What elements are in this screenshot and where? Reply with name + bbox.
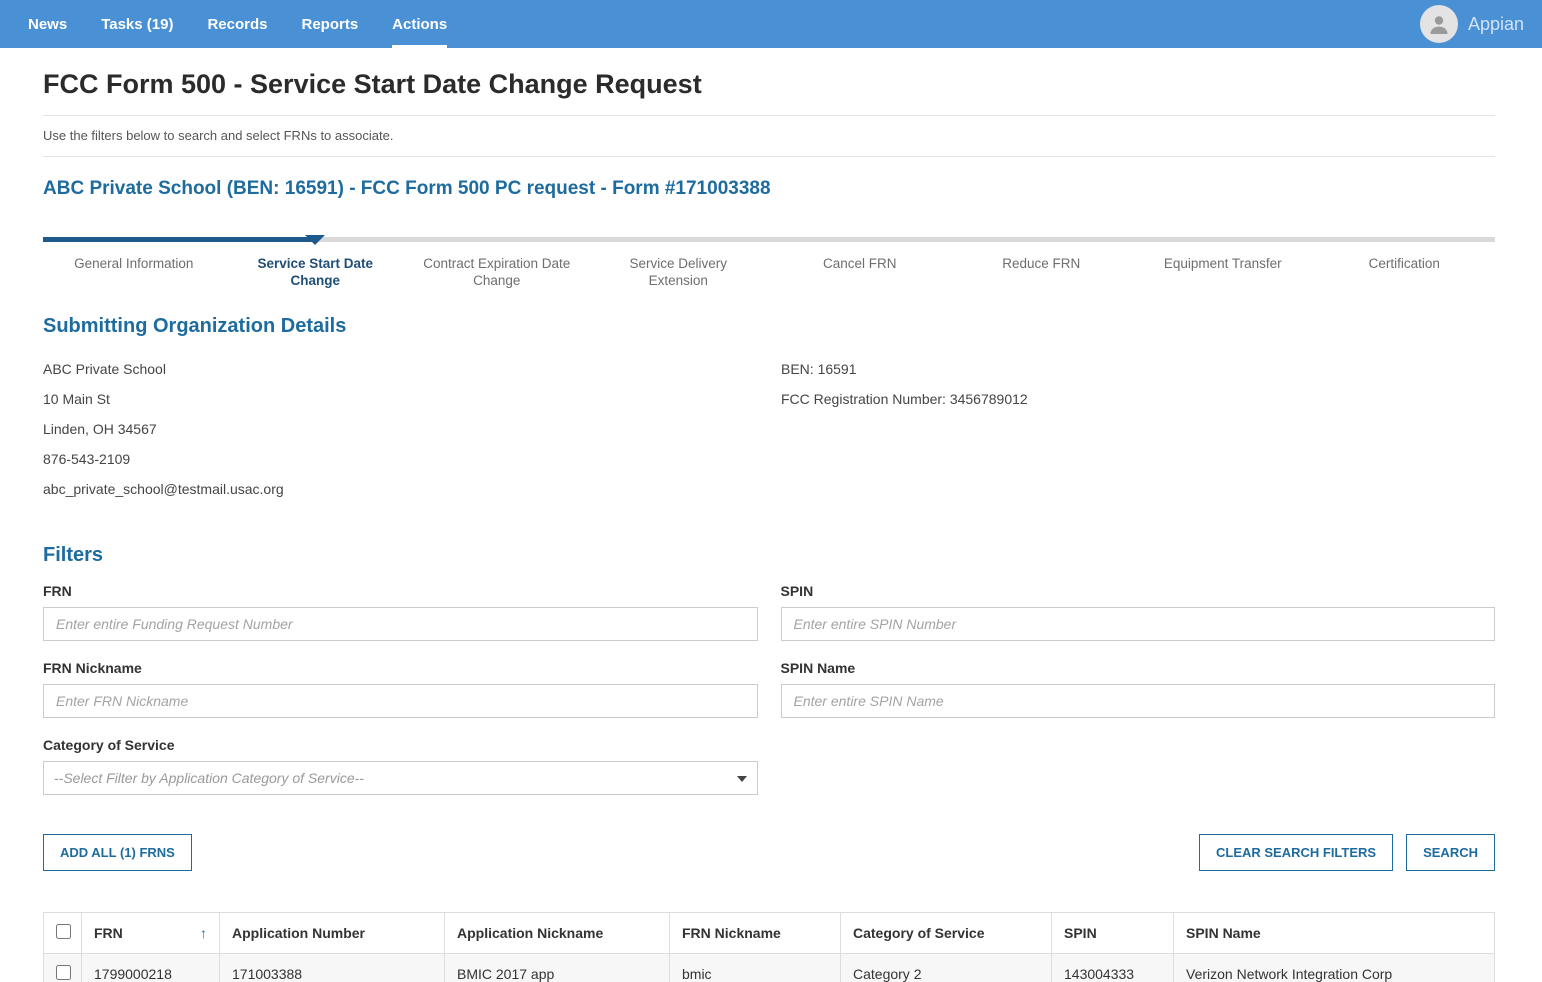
step-certification[interactable]: Certification [1314,255,1496,289]
stepper-track [43,237,1495,242]
cell-application-number: 171003388 [220,954,445,982]
stepper-steps: General Information Service Start Date C… [43,242,1495,289]
column-header-application-nickname: Application Nickname [445,913,670,954]
column-header-spin: SPIN [1052,913,1174,954]
org-details-right: BEN: 16591 FCC Registration Number: 3456… [781,354,1495,504]
spin-name-input[interactable] [781,684,1496,718]
divider [43,115,1495,116]
frn-label: FRN [43,583,758,599]
filters-heading: Filters [43,544,1495,567]
cell-category-of-service: Category 2 [841,954,1052,982]
nav-item-tasks[interactable]: Tasks (19) [101,0,173,48]
frn-nickname-input[interactable] [43,684,758,718]
filters-form: FRN SPIN FRN Nickname SPIN Name Category… [43,583,1495,814]
nav-right: Appian [1420,0,1524,48]
category-of-service-label: Category of Service [43,737,758,753]
cell-application-nickname: BMIC 2017 app [445,954,670,982]
nav-item-actions[interactable]: Actions [392,0,447,48]
org-details-left: ABC Private School 10 Main St Linden, OH… [43,354,757,504]
person-icon [1427,12,1451,36]
divider [43,156,1495,157]
nav-items: News Tasks (19) Records Reports Actions [11,0,464,48]
wizard-stepper: General Information Service Start Date C… [43,237,1495,289]
org-phone: 876-543-2109 [43,444,757,474]
frn-nickname-label: FRN Nickname [43,660,758,676]
cell-spin-name: Verizon Network Integration Corp [1174,954,1495,982]
appian-brand-label: Appian [1468,14,1524,35]
spin-field-group: SPIN [781,583,1496,641]
user-avatar[interactable] [1420,5,1458,43]
row-select-checkbox[interactable] [56,965,71,980]
spin-name-label: SPIN Name [781,660,1496,676]
step-service-delivery-extension[interactable]: Service Delivery Extension [588,255,770,289]
org-ben: BEN: 16591 [781,354,1495,384]
frn-results-table: FRN ↑ Application Number Application Nic… [43,912,1495,982]
spin-name-field-group: SPIN Name [781,660,1496,718]
form-heading: ABC Private School (BEN: 16591) - FCC Fo… [43,178,1495,200]
spin-input[interactable] [781,607,1496,641]
stepper-progress-fill [43,237,315,242]
category-of-service-select-wrap: --Select Filter by Application Category … [43,761,758,795]
column-header-frn[interactable]: FRN ↑ [82,913,220,954]
table-header-row: FRN ↑ Application Number Application Nic… [44,913,1495,954]
org-address-line2: Linden, OH 34567 [43,414,757,444]
category-of-service-field-group: Category of Service --Select Filter by A… [43,737,758,795]
sort-ascending-icon[interactable]: ↑ [200,925,207,941]
org-address-line1: 10 Main St [43,384,757,414]
cell-spin: 143004333 [1052,954,1174,982]
category-of-service-select[interactable]: --Select Filter by Application Category … [43,761,758,795]
org-details: ABC Private School 10 Main St Linden, OH… [43,354,1495,504]
search-button[interactable]: SEARCH [1406,834,1495,871]
org-fcc-registration: FCC Registration Number: 3456789012 [781,384,1495,414]
step-cancel-frn[interactable]: Cancel FRN [769,255,951,289]
column-header-frn-nickname: FRN Nickname [670,913,841,954]
clear-search-filters-button[interactable]: CLEAR SEARCH FILTERS [1199,834,1393,871]
step-service-start-date-change[interactable]: Service Start Date Change [225,255,407,289]
column-header-spin-name: SPIN Name [1174,913,1495,954]
page-instructions: Use the filters below to search and sele… [43,128,1495,143]
frn-nickname-field-group: FRN Nickname [43,660,758,718]
nav-item-reports[interactable]: Reports [301,0,358,48]
cell-frn: 1799000218 [82,954,220,982]
frn-input[interactable] [43,607,758,641]
main-content: FCC Form 500 - Service Start Date Change… [0,69,1542,982]
search-buttons-group: CLEAR SEARCH FILTERS SEARCH [1199,834,1495,871]
filter-actions-row: ADD ALL (1) FRNS CLEAR SEARCH FILTERS SE… [43,834,1495,871]
cell-frn-nickname: bmic [670,954,841,982]
row-select-cell [44,954,82,982]
top-navbar: News Tasks (19) Records Reports Actions … [0,0,1542,48]
frn-field-group: FRN [43,583,758,641]
org-email: abc_private_school@testmail.usac.org [43,474,757,504]
select-all-checkbox[interactable] [56,924,71,939]
spin-label: SPIN [781,583,1496,599]
column-header-category-of-service: Category of Service [841,913,1052,954]
select-all-cell [44,913,82,954]
nav-item-news[interactable]: News [28,0,67,48]
step-general-information[interactable]: General Information [43,255,225,289]
page-title: FCC Form 500 - Service Start Date Change… [43,69,1495,100]
column-header-application-number: Application Number [220,913,445,954]
stepper-arrow-marker-icon [305,235,325,245]
step-equipment-transfer[interactable]: Equipment Transfer [1132,255,1314,289]
org-name: ABC Private School [43,354,757,384]
org-details-heading: Submitting Organization Details [43,315,1495,338]
add-all-frns-button[interactable]: ADD ALL (1) FRNS [43,834,192,871]
nav-item-records[interactable]: Records [207,0,267,48]
step-contract-expiration-date-change[interactable]: Contract Expiration Date Change [406,255,588,289]
table-row: 1799000218 171003388 BMIC 2017 app bmic … [44,954,1495,982]
step-reduce-frn[interactable]: Reduce FRN [951,255,1133,289]
frn-column-label: FRN [94,925,123,941]
